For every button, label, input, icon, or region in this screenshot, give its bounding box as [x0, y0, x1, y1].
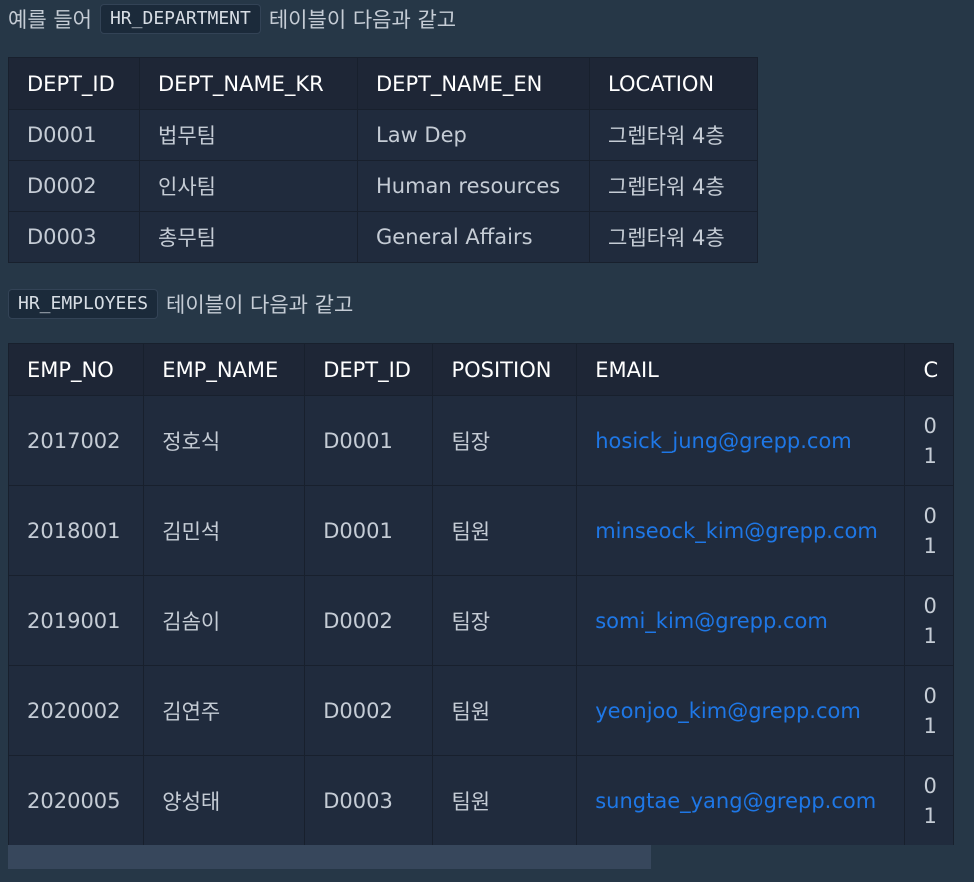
table-cell: D0003	[8, 211, 140, 263]
cell-line: 0	[923, 683, 937, 708]
table-cell: D0001	[304, 485, 434, 576]
intro-suffix: 테이블이 다음과 같고	[166, 293, 354, 317]
email-link[interactable]: minseock_kim@grepp.com	[576, 485, 906, 576]
cell-line: 0	[923, 413, 937, 438]
table-cell: Law Dep	[357, 109, 590, 161]
table-cell: 2020005	[8, 755, 145, 845]
table-cell: 양성태	[143, 755, 306, 845]
table-cell: 팀장	[432, 575, 578, 666]
column-header: DEPT_NAME_EN	[357, 57, 590, 110]
column-header: DEPT_NAME_KR	[139, 57, 358, 110]
column-header: EMP_NAME	[143, 343, 306, 396]
inline-code-hr-department: HR_DEPARTMENT	[99, 4, 261, 34]
department-intro-text: 예를 들어 HR_DEPARTMENT 테이블이 다음과 같고	[8, 3, 456, 35]
table-cell: 01	[904, 485, 954, 576]
table-header-row: EMP_NO EMP_NAME DEPT_ID POSITION EMAIL C	[8, 343, 954, 396]
table-cell: 김솜이	[143, 575, 306, 666]
table-row: 2018001 김민석 D0001 팀원 minseock_kim@grepp.…	[8, 485, 954, 576]
table-cell: 정호식	[143, 395, 306, 486]
table-cell: 01	[904, 575, 954, 666]
table-cell: General Affairs	[357, 211, 590, 263]
column-header: POSITION	[432, 343, 578, 396]
table-cell: 팀원	[432, 665, 578, 756]
table-cell: 김연주	[143, 665, 306, 756]
table-cell: 01	[904, 395, 954, 486]
inline-code-hr-employees: HR_EMPLOYEES	[8, 289, 159, 319]
email-link[interactable]: yeonjoo_kim@grepp.com	[576, 665, 906, 756]
email-link[interactable]: hosick_jung@grepp.com	[576, 395, 906, 486]
table-cell: Human resources	[357, 160, 590, 212]
cell-line: 1	[923, 443, 937, 468]
table-cell: 2020002	[8, 665, 145, 756]
email-link[interactable]: somi_kim@grepp.com	[576, 575, 906, 666]
table-row: D0001 법무팀 Law Dep 그렙타워 4층	[8, 109, 758, 161]
column-header: EMAIL	[576, 343, 906, 396]
cell-line: 1	[923, 803, 937, 828]
table-cell: 팀장	[432, 395, 578, 486]
table-cell: 01	[904, 755, 954, 845]
intro-prefix: 예를 들어	[8, 8, 92, 32]
cell-line: 1	[923, 623, 937, 648]
department-table: DEPT_ID DEPT_NAME_KR DEPT_NAME_EN LOCATI…	[8, 57, 758, 263]
table-row: 2017002 정호식 D0001 팀장 hosick_jung@grepp.c…	[8, 395, 954, 486]
table-row: D0003 총무팀 General Affairs 그렙타워 4층	[8, 211, 758, 263]
table-cell: 김민석	[143, 485, 306, 576]
table-cell: D0002	[8, 160, 140, 212]
column-header: DEPT_ID	[8, 57, 140, 110]
table-cell: 총무팀	[139, 211, 358, 263]
intro-suffix: 테이블이 다음과 같고	[268, 8, 457, 32]
table-cell: 2019001	[8, 575, 145, 666]
table-row: 2019001 김솜이 D0002 팀장 somi_kim@grepp.com …	[8, 575, 954, 666]
table-row: 2020005 양성태 D0003 팀원 sungtae_yang@grepp.…	[8, 755, 954, 845]
table-cell: D0001	[8, 109, 140, 161]
table-cell: 팀원	[432, 485, 578, 576]
cell-line: 1	[923, 713, 937, 738]
scrollbar-thumb[interactable]	[8, 845, 652, 869]
column-header: EMP_NO	[8, 343, 145, 396]
table-header-row: DEPT_ID DEPT_NAME_KR DEPT_NAME_EN LOCATI…	[8, 57, 758, 110]
page: 예를 들어 HR_DEPARTMENT 테이블이 다음과 같고 DEPT_ID …	[0, 0, 974, 882]
table-cell: 팀원	[432, 755, 578, 845]
employees-intro-text: HR_EMPLOYEES 테이블이 다음과 같고	[8, 288, 353, 320]
cell-line: 0	[923, 773, 937, 798]
table-cell: 인사팀	[139, 160, 358, 212]
table-cell: 01	[904, 665, 954, 756]
table-cell: 그렙타워 4층	[589, 109, 758, 161]
table-cell: 그렙타워 4층	[589, 211, 758, 263]
employees-table: EMP_NO EMP_NAME DEPT_ID POSITION EMAIL C…	[8, 343, 954, 845]
email-link[interactable]: sungtae_yang@grepp.com	[576, 755, 906, 845]
table-cell: D0002	[304, 665, 434, 756]
column-header: LOCATION	[589, 57, 758, 110]
table-cell: 2018001	[8, 485, 145, 576]
table-cell: D0003	[304, 755, 434, 845]
table-cell: 그렙타워 4층	[589, 160, 758, 212]
table-cell: 2017002	[8, 395, 145, 486]
cell-line: 1	[923, 533, 937, 558]
column-header: DEPT_ID	[304, 343, 434, 396]
table-cell: 법무팀	[139, 109, 358, 161]
horizontal-scrollbar[interactable]	[8, 845, 954, 869]
table-row: 2020002 김연주 D0002 팀원 yeonjoo_kim@grepp.c…	[8, 665, 954, 756]
table-cell: D0002	[304, 575, 434, 666]
table-cell: D0001	[304, 395, 434, 486]
table-row: D0002 인사팀 Human resources 그렙타워 4층	[8, 160, 758, 212]
column-header: C	[904, 343, 954, 396]
cell-line: 0	[923, 503, 937, 528]
cell-line: 0	[923, 593, 937, 618]
employees-table-scroll-container[interactable]: EMP_NO EMP_NAME DEPT_ID POSITION EMAIL C…	[8, 343, 954, 845]
